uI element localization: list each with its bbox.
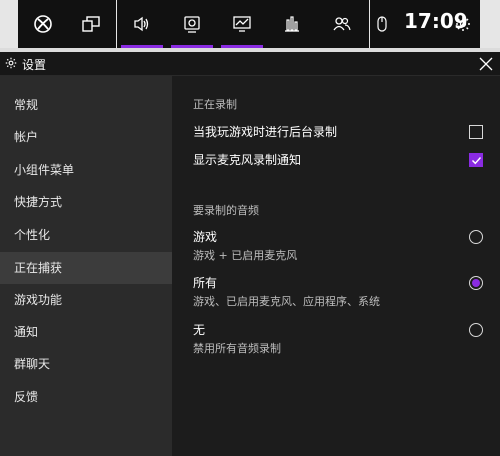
audio-option-game-label: 游戏 (193, 230, 218, 244)
audio-option-none-radio[interactable] (469, 323, 483, 337)
audio-heading: 要录制的音频 (193, 204, 259, 217)
sidebar-item-personalization[interactable]: 个性化 (0, 219, 172, 251)
mic-notification-label: 显示麦克风录制通知 (193, 153, 302, 167)
gear-icon (5, 57, 17, 69)
settings-icon (456, 17, 470, 31)
sidebar-item-general[interactable]: 常规 (0, 89, 172, 121)
sidebar-item-capturing[interactable]: 正在捕获 (0, 252, 172, 284)
sidebar-item-gaming-features[interactable]: 游戏功能 (0, 284, 172, 316)
xbox-icon (34, 15, 52, 33)
screen-broadcast-icon (82, 16, 100, 32)
capturing-settings: 正在录制 当我玩游戏时进行后台录制 显示麦克风录制通知 要录制的音频 游戏 游戏… (172, 76, 500, 456)
settings-titlebar: 设置 (0, 52, 500, 76)
broadcast-button[interactable] (66, 0, 116, 48)
mic-notification-checkbox[interactable] (469, 153, 483, 167)
audio-option-all-desc: 游戏、已启用麦克风、应用程序、系统 (193, 295, 380, 308)
xbox-button[interactable] (18, 0, 68, 48)
audio-option-game-radio[interactable] (469, 230, 483, 244)
audio-option-all-radio[interactable] (469, 276, 483, 290)
audio-option-game-desc: 游戏 + 已启用麦克风 (193, 249, 298, 262)
background-recording-checkbox[interactable] (469, 125, 483, 139)
background-recording-label: 当我玩游戏时进行后台录制 (193, 125, 338, 139)
audio-option-none-label: 无 (193, 323, 206, 337)
sidebar-item-feedback[interactable]: 反馈 (0, 381, 172, 413)
sidebar-item-widget-menu[interactable]: 小组件菜单 (0, 154, 172, 186)
sidebar-item-notifications[interactable]: 通知 (0, 316, 172, 348)
resources-widget-button[interactable] (267, 0, 317, 48)
mouse-lock-button[interactable] (362, 0, 402, 48)
audio-option-all-label: 所有 (193, 276, 218, 290)
chart-icon (285, 16, 299, 32)
audio-widget-button[interactable] (117, 0, 167, 48)
performance-icon (233, 16, 251, 32)
game-bar: 17:09 (0, 0, 500, 48)
checkmark-icon (472, 157, 482, 165)
audio-icon (134, 16, 149, 32)
social-icon (333, 17, 351, 31)
performance-widget-button[interactable] (217, 0, 267, 48)
recording-heading: 正在录制 (193, 98, 237, 111)
settings-button[interactable] (446, 0, 480, 48)
settings-panel: 设置 常规 帐户 小组件菜单 快捷方式 个性化 正在捕获 游戏功能 通知 群聊天… (0, 52, 500, 456)
sidebar-item-shortcuts[interactable]: 快捷方式 (0, 186, 172, 218)
capture-icon (184, 15, 200, 33)
game-bar-left-group (18, 0, 116, 48)
capture-widget-button[interactable] (167, 0, 217, 48)
close-icon[interactable] (476, 54, 496, 74)
sidebar-item-account[interactable]: 帐户 (0, 121, 172, 153)
mouse-icon (377, 16, 387, 32)
settings-sidebar: 常规 帐户 小组件菜单 快捷方式 个性化 正在捕获 游戏功能 通知 群聊天 反馈 (0, 76, 172, 456)
sidebar-item-party-chat[interactable]: 群聊天 (0, 348, 172, 380)
settings-title: 设置 (22, 58, 47, 72)
social-widget-button[interactable] (317, 0, 367, 48)
game-bar-right-group: 17:09 (370, 0, 480, 48)
game-bar-widgets (117, 0, 369, 48)
audio-option-none-desc: 禁用所有音频录制 (193, 342, 281, 355)
